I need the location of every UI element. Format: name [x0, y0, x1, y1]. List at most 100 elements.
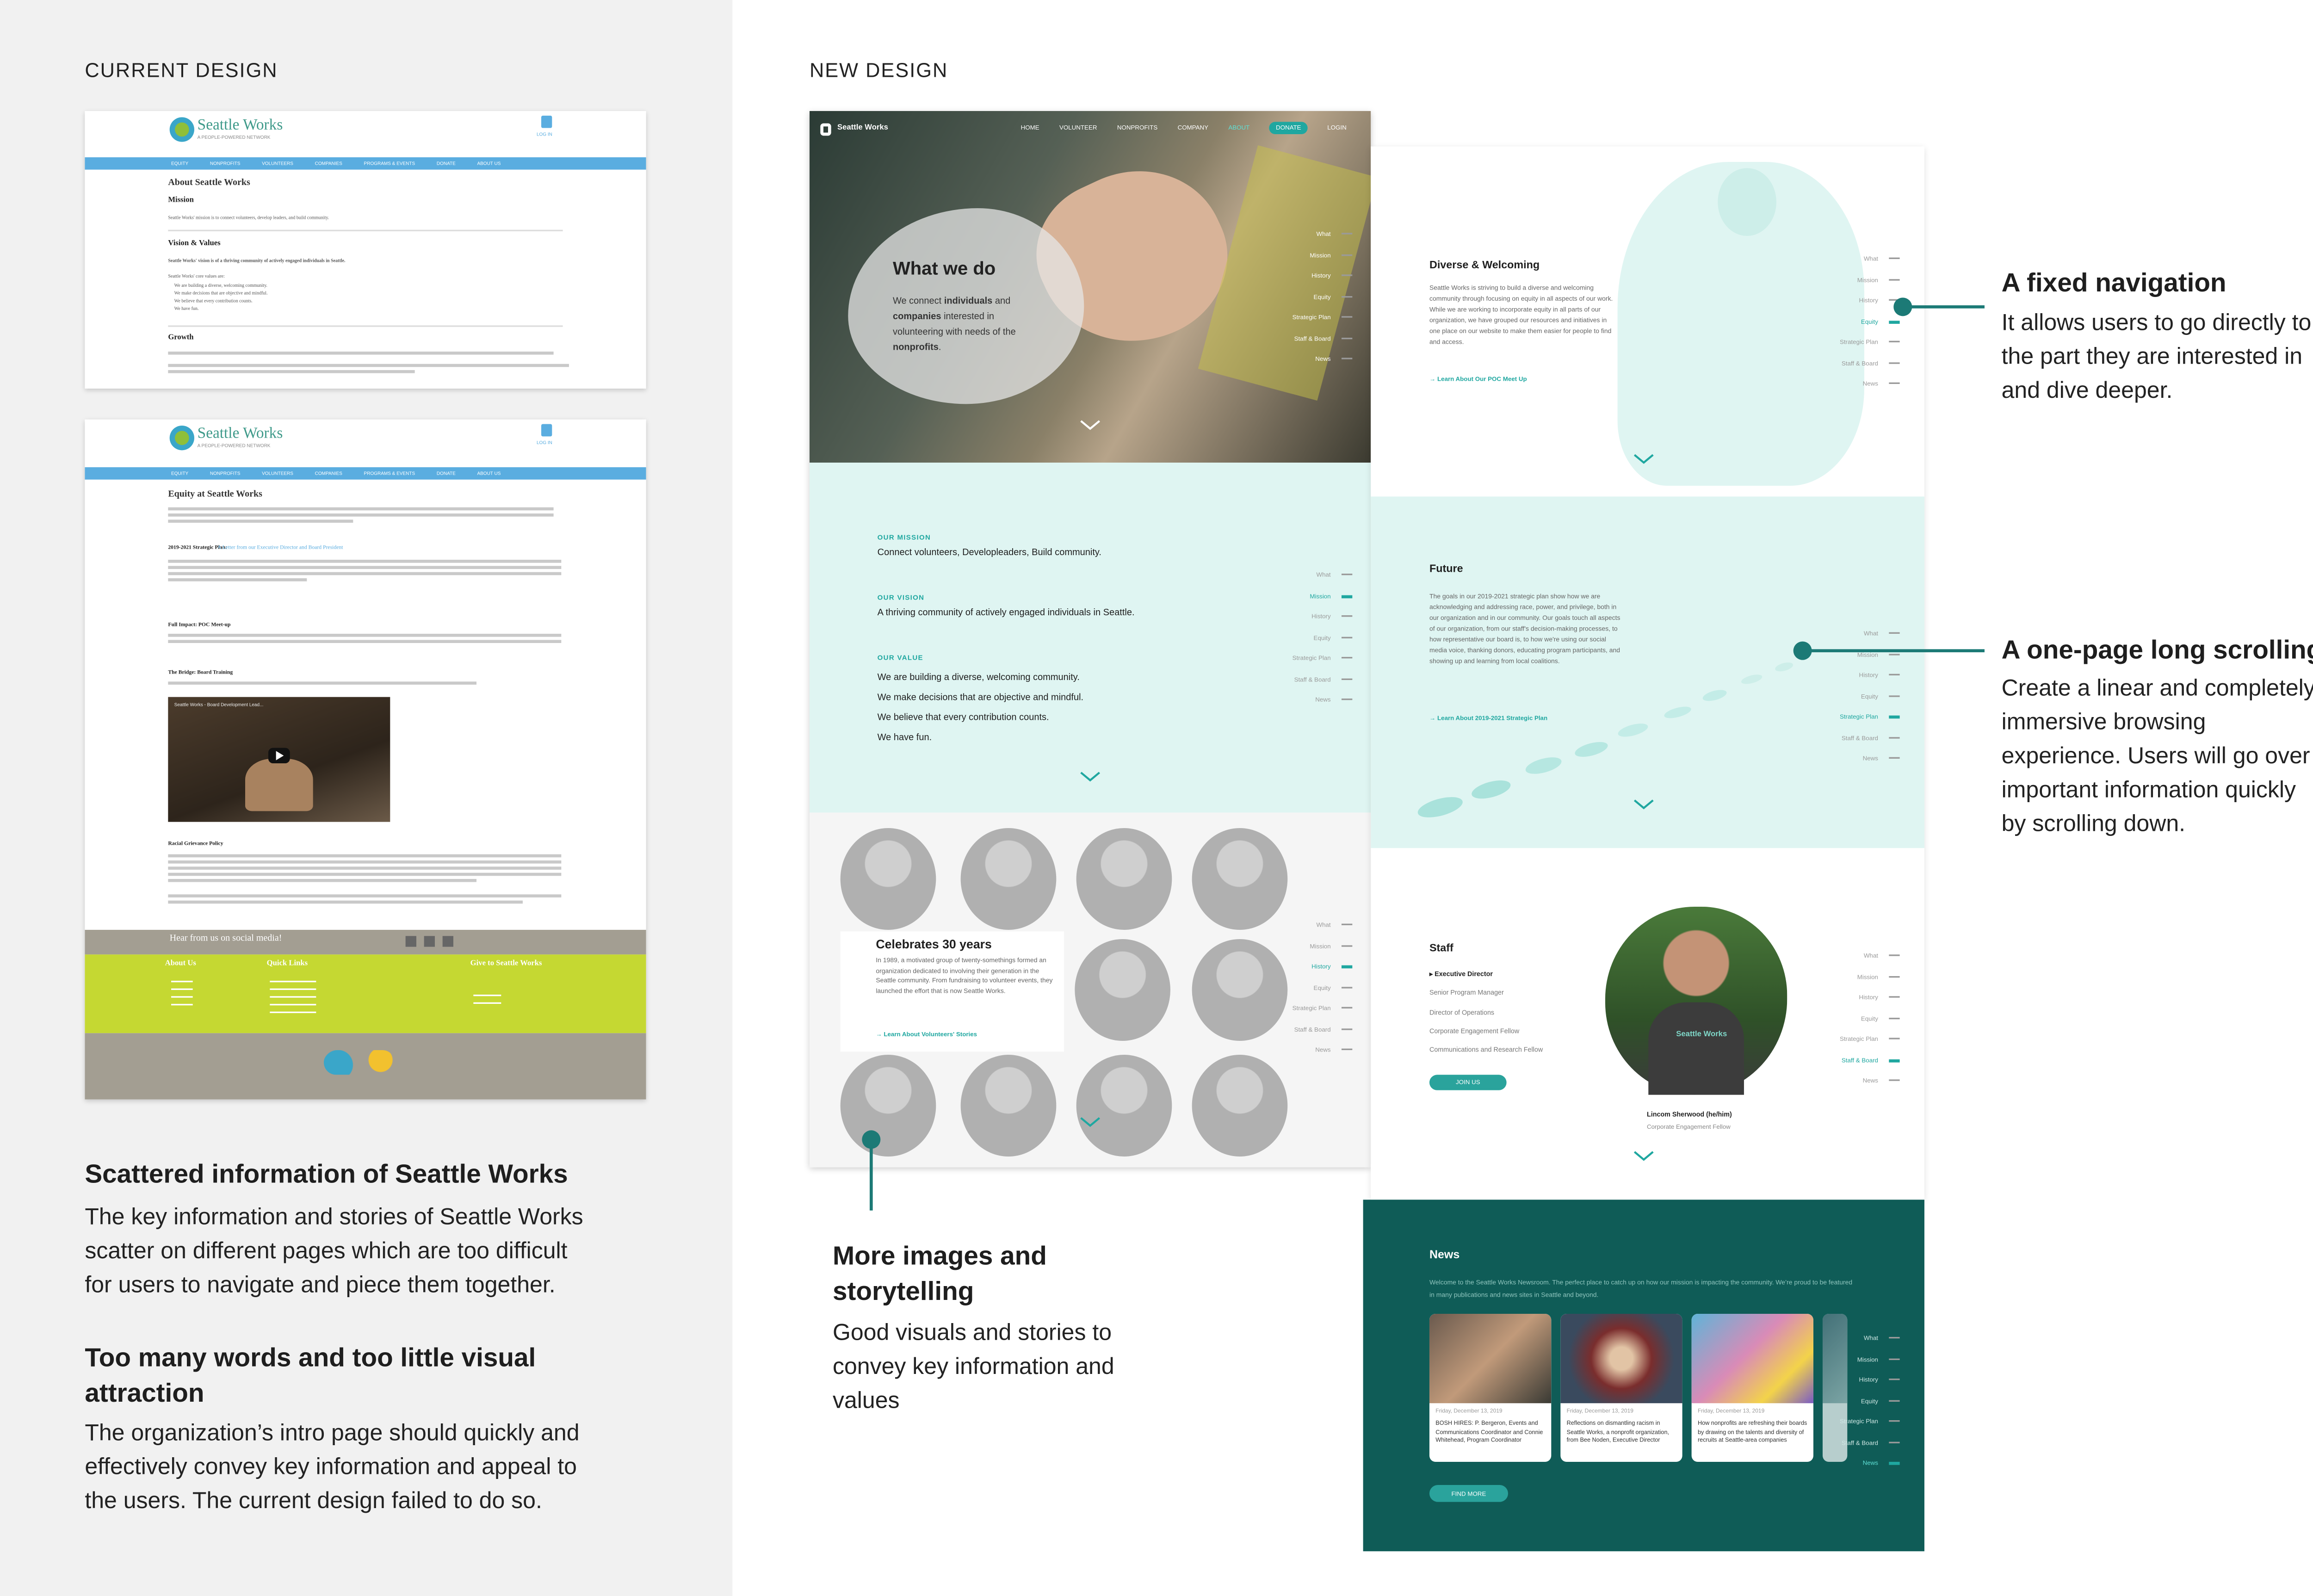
old-nav-nonprofits[interactable]: NONPROFITS	[210, 467, 241, 480]
video-player[interactable]: Seattle Works - Board Development Lead..…	[168, 697, 390, 822]
old-nav-programs[interactable]: PROGRAMS & EVENTS	[364, 157, 415, 170]
rail-item[interactable]: Staff & Board	[1819, 1432, 1900, 1453]
login-icon[interactable]	[541, 424, 552, 437]
facebook-icon[interactable]	[405, 936, 416, 947]
rail-item[interactable]: Equity	[1272, 977, 1353, 998]
rail-item[interactable]: History	[1272, 265, 1353, 286]
rail-item[interactable]: Strategic Plan	[1819, 332, 1900, 353]
old-plan-link[interactable]: A Letter from our Executive Director and…	[217, 544, 343, 551]
staff-role[interactable]: Corporate Engagement Fellow	[1429, 1022, 1543, 1041]
rail-item[interactable]: What	[1819, 945, 1900, 966]
rail-item[interactable]: Staff & Board	[1272, 328, 1353, 348]
chevron-down-icon[interactable]	[1079, 771, 1101, 784]
footer-links[interactable]	[270, 980, 316, 983]
rail-item-active[interactable]: News	[1819, 1453, 1900, 1473]
chevron-down-icon[interactable]	[1079, 420, 1101, 432]
instagram-icon[interactable]	[442, 936, 453, 947]
nav-about[interactable]: ABOUT	[1228, 122, 1249, 134]
rail-item[interactable]: Strategic Plan	[1819, 1028, 1900, 1049]
rail-item[interactable]: What	[1272, 915, 1353, 935]
play-icon[interactable]	[268, 748, 290, 763]
rail-item[interactable]: History	[1819, 290, 1900, 311]
rail-item[interactable]: Staff & Board	[1819, 727, 1900, 748]
rail-item[interactable]: Mission	[1272, 935, 1353, 956]
old-nav-about[interactable]: ABOUT US	[477, 157, 501, 170]
rail-item[interactable]: Equity	[1819, 686, 1900, 706]
equity-link[interactable]: → Learn About Our POC Meet Up	[1429, 375, 1527, 383]
old-nav-equity[interactable]: EQUITY	[171, 467, 188, 480]
history-link[interactable]: → Learn About Volunteers' Stories	[876, 1030, 977, 1038]
old-nav-volunteers[interactable]: VOLUNTEERS	[262, 467, 293, 480]
rail-item[interactable]: News	[1819, 1070, 1900, 1091]
nav-donate-button[interactable]: DONATE	[1269, 122, 1307, 134]
future-link[interactable]: → Learn About 2019-2021 Strategic Plan	[1429, 714, 1547, 722]
find-more-button[interactable]: FIND MORE	[1429, 1485, 1508, 1502]
rail-item[interactable]: History	[1819, 1369, 1900, 1390]
rail-item[interactable]: What	[1272, 223, 1353, 244]
old-login-link[interactable]: LOG IN	[537, 439, 552, 445]
chevron-down-icon[interactable]	[1633, 453, 1655, 466]
rail-item[interactable]: News	[1819, 373, 1900, 394]
rail-item[interactable]: Staff & Board	[1272, 1019, 1353, 1039]
rail-item[interactable]: News	[1272, 348, 1353, 369]
rail-item-active[interactable]: Mission	[1272, 585, 1353, 606]
rail-item[interactable]: What	[1819, 248, 1900, 269]
old-nav-donate[interactable]: DONATE	[437, 157, 456, 170]
staff-role[interactable]: Communications and Research Fellow	[1429, 1041, 1543, 1060]
old-nav-companies[interactable]: COMPANIES	[315, 467, 342, 480]
chevron-down-icon[interactable]	[1633, 799, 1655, 811]
twitter-icon[interactable]	[424, 936, 435, 947]
join-us-button[interactable]: JOIN US	[1429, 1075, 1507, 1090]
rail-item-active[interactable]: Staff & Board	[1819, 1049, 1900, 1070]
nav-home[interactable]: HOME	[1021, 122, 1039, 134]
rail-item[interactable]: Equity	[1272, 627, 1353, 648]
rail-item[interactable]: Staff & Board	[1272, 668, 1353, 689]
old-nav-donate[interactable]: DONATE	[437, 467, 456, 480]
staff-role[interactable]: Senior Program Manager	[1429, 984, 1543, 1003]
rail-item[interactable]: News	[1272, 689, 1353, 710]
rail-item[interactable]: What	[1819, 623, 1900, 644]
chevron-down-icon[interactable]	[1079, 1116, 1101, 1129]
nav-nonprofits[interactable]: NONPROFITS	[1117, 122, 1157, 134]
news-card[interactable]: Friday, December 13, 2019 How nonprofits…	[1691, 1313, 1813, 1462]
old-login-link[interactable]: LOG IN	[537, 131, 552, 137]
rail-item[interactable]: Staff & Board	[1819, 353, 1900, 373]
rail-item[interactable]: What	[1272, 564, 1353, 585]
rail-item[interactable]: What	[1819, 1328, 1900, 1349]
rail-item[interactable]: Equity	[1272, 286, 1353, 307]
news-card[interactable]: Friday, December 13, 2019 Reflections on…	[1560, 1313, 1682, 1462]
old-nav-companies[interactable]: COMPANIES	[315, 157, 342, 170]
rail-item-active[interactable]: Strategic Plan	[1819, 706, 1900, 727]
news-card[interactable]: Friday, December 13, 2019 BOSH HIRES: P.…	[1429, 1313, 1552, 1462]
nav-company[interactable]: COMPANY	[1178, 122, 1208, 134]
old-nav-nonprofits[interactable]: NONPROFITS	[210, 157, 241, 170]
footer-links[interactable]	[171, 980, 193, 983]
old-nav-equity[interactable]: EQUITY	[171, 157, 188, 170]
nav-volunteer[interactable]: VOLUNTEER	[1059, 122, 1097, 134]
rail-item[interactable]: Equity	[1819, 1008, 1900, 1028]
rail-item[interactable]: Strategic Plan	[1272, 307, 1353, 328]
rail-item[interactable]: Equity	[1819, 1390, 1900, 1411]
rail-item[interactable]: History	[1819, 987, 1900, 1008]
rail-item[interactable]: News	[1272, 1039, 1353, 1060]
rail-item[interactable]: Mission	[1819, 1349, 1900, 1369]
rail-item-active[interactable]: Equity	[1819, 311, 1900, 332]
login-icon[interactable]	[541, 115, 552, 128]
nav-login[interactable]: LOGIN	[1327, 122, 1347, 134]
old-nav-programs[interactable]: PROGRAMS & EVENTS	[364, 467, 415, 480]
rail-item[interactable]: News	[1819, 748, 1900, 769]
staff-role[interactable]: Director of Operations	[1429, 1003, 1543, 1022]
rail-item[interactable]: Strategic Plan	[1272, 998, 1353, 1019]
rail-item[interactable]: History	[1272, 606, 1353, 627]
rail-item[interactable]: History	[1819, 665, 1900, 686]
chevron-down-icon[interactable]	[1633, 1151, 1655, 1163]
rail-item[interactable]: Mission	[1819, 644, 1900, 665]
rail-item-active[interactable]: History	[1272, 956, 1353, 977]
footer-links[interactable]	[473, 994, 501, 996]
old-nav-about[interactable]: ABOUT US	[477, 467, 501, 480]
rail-item[interactable]: Mission	[1819, 966, 1900, 987]
rail-item[interactable]: Mission	[1819, 269, 1900, 290]
rail-item[interactable]: Mission	[1272, 244, 1353, 265]
staff-role-active[interactable]: ▸ Executive Director	[1429, 965, 1543, 984]
rail-item[interactable]: Strategic Plan	[1819, 1411, 1900, 1432]
